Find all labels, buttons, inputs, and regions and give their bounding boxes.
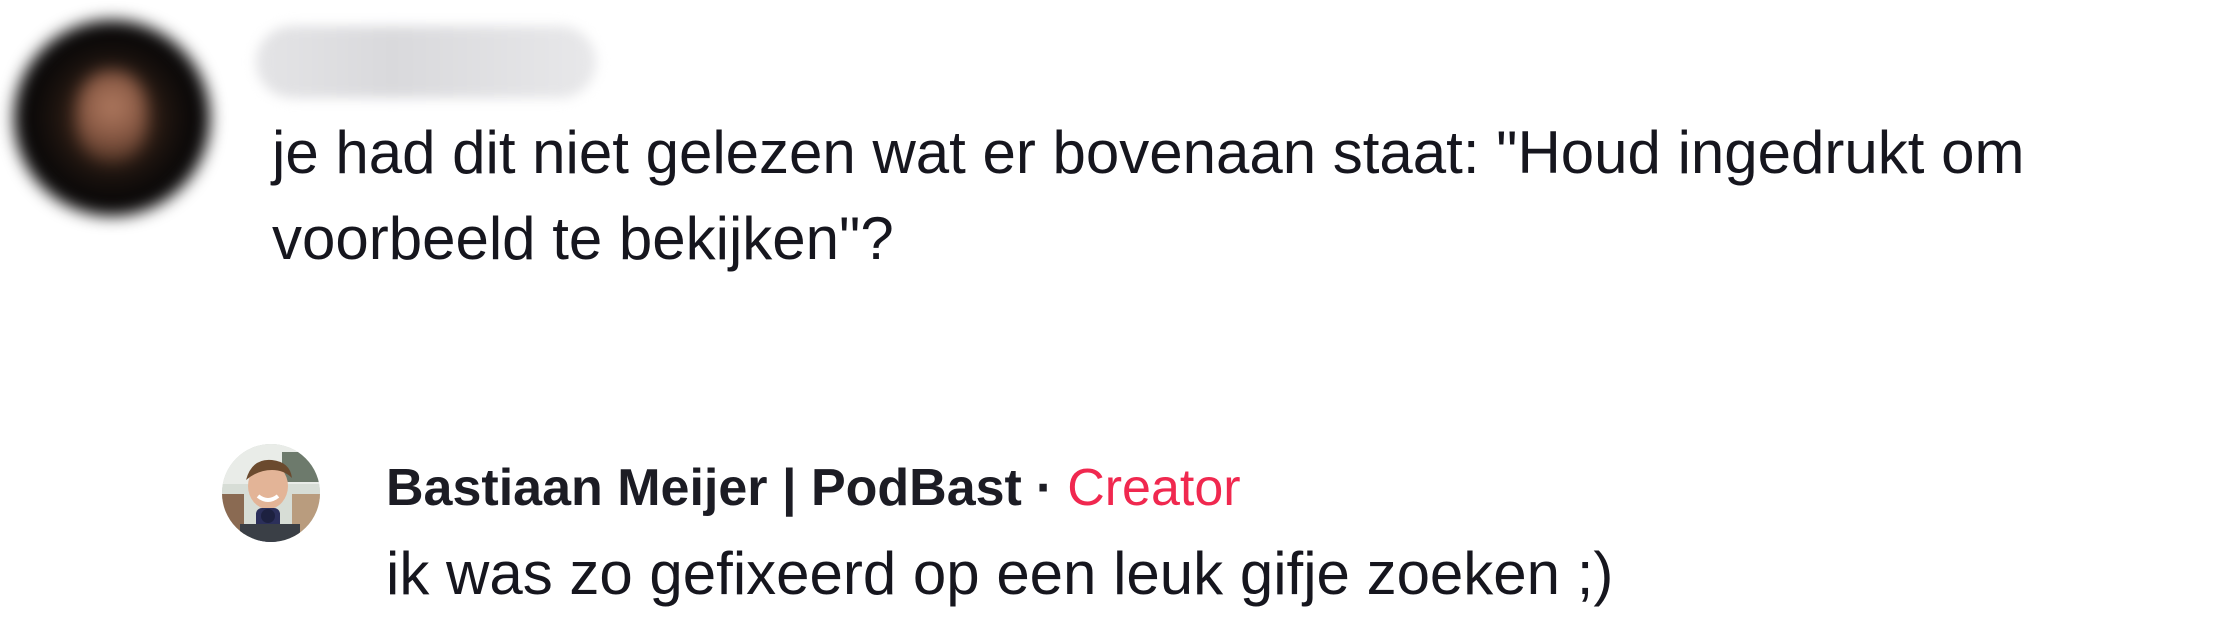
creator-avatar-icon — [222, 444, 320, 542]
comment-text-line-1: je had dit niet gelezen wat er bovenaan … — [272, 119, 2025, 186]
avatar-face — [76, 70, 148, 162]
reply-text: ik was zo gefixeerd op een leuk gifje zo… — [386, 540, 1614, 607]
comment-text-line-2: voorbeeld te bekijken"? — [272, 205, 894, 272]
creator-badge: Creator — [1067, 459, 1241, 517]
comment-text: je had dit niet gelezen wat er bovenaan … — [272, 110, 2232, 282]
commenter-avatar[interactable] — [14, 20, 210, 216]
creator-avatar[interactable] — [222, 444, 320, 542]
creator-name[interactable]: Bastiaan Meijer | PodBast — [386, 459, 1022, 517]
reply-header: Bastiaan Meijer | PodBast · Creator — [386, 452, 1241, 524]
commenter-username-blurred[interactable]: kelly_poop_69 — [256, 26, 596, 98]
separator-dot: · — [1035, 459, 1054, 517]
